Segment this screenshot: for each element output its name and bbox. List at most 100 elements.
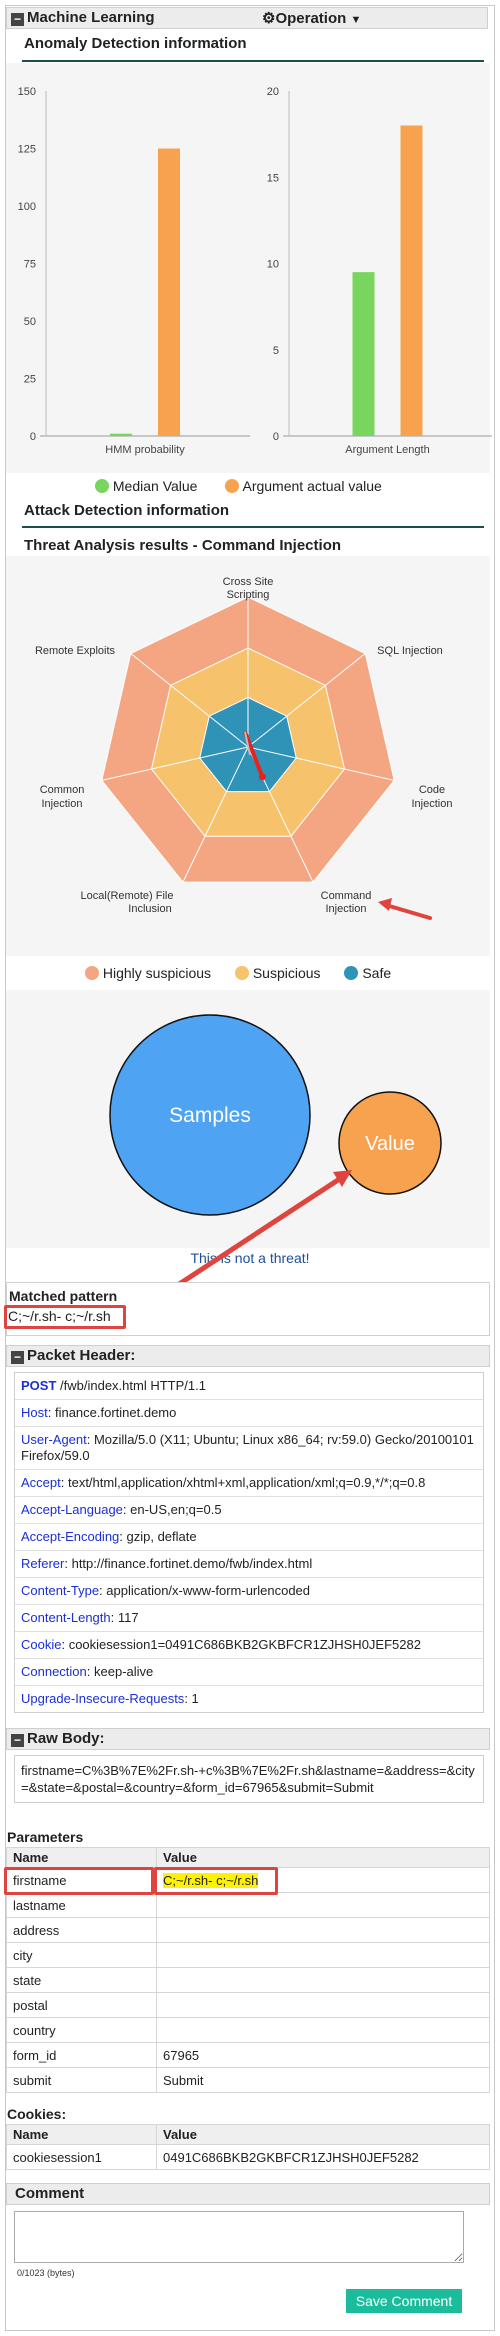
param-value [156, 1942, 490, 1968]
hmm-probability-chart: 0 25 50 75 100 125 150 HMM probability [18, 86, 250, 456]
packet-header-row: Host: finance.fortinet.demo [15, 1400, 483, 1427]
header-key: User-Agent [21, 1432, 87, 1447]
header-value: : Mozilla/5.0 (X11; Ubuntu; Linux x86_64… [21, 1432, 474, 1463]
param-name: submit [6, 2067, 157, 2093]
header-key: Cookie [21, 1637, 62, 1652]
axis-label-cross-site-2: Scripting [227, 589, 270, 601]
table-header-row: Name Value [6, 1847, 490, 1868]
param-name: form_id [6, 2042, 157, 2068]
param-name: postal [6, 1992, 157, 2018]
packet-header-row: User-Agent: Mozilla/5.0 (X11; Ubuntu; Li… [15, 1427, 483, 1470]
table-row: state [6, 1967, 490, 1993]
legend-high-label: Highly suspicious [102, 965, 212, 981]
collapse-icon[interactable]: − [11, 1734, 24, 1747]
axis-label-code: Code [419, 784, 445, 796]
comment-byte-counter: 0/1023 (bytes) [17, 2268, 75, 2278]
header-key: Accept-Encoding [21, 1529, 120, 1544]
divider [22, 526, 484, 528]
y-tick-label: 20 [267, 86, 279, 98]
header-value: : gzip, deflate [119, 1529, 197, 1544]
col-name: Name [6, 1847, 157, 1868]
header-key: Content-Length [21, 1610, 111, 1625]
matched-highlight-box [4, 1305, 126, 1329]
axis-label-command: Command [321, 890, 372, 902]
axis-label-cross-site: Cross Site [223, 576, 274, 588]
legend-safe-label: Safe [362, 965, 392, 981]
axis-label-file-inclusion-2: Inclusion [128, 903, 171, 915]
y-tick-label: 100 [18, 201, 36, 213]
cookies-title: Cookies: [7, 2106, 67, 2122]
table-header-row: Name Value [6, 2124, 490, 2145]
anomaly-legend: Median Value Argument actual value [95, 478, 382, 494]
legend-susp-label: Suspicious [252, 965, 321, 981]
param-value: Submit [156, 2067, 490, 2093]
y-tick-label: 25 [24, 374, 36, 386]
param-name: address [6, 1917, 157, 1943]
header-key: Connection [21, 1664, 87, 1679]
save-comment-button[interactable]: Save Comment [346, 2289, 462, 2313]
header-key: POST [21, 1378, 57, 1393]
header-value: : application/x-www-form-urlencoded [99, 1583, 311, 1598]
table-row: city [6, 1942, 490, 1968]
legend-median-dot [95, 479, 109, 493]
packet-header-row: Cookie: cookiesession1=0491C686BKB2GKBFC… [15, 1632, 483, 1659]
bar-median [352, 272, 375, 436]
header-key: Referer [21, 1556, 65, 1571]
y-tick-label: 5 [273, 345, 279, 357]
header-key: Accept-Language [21, 1502, 123, 1517]
header-value: : http://finance.fortinet.demo/fwb/index… [64, 1556, 313, 1571]
legend-safe-dot [344, 966, 359, 980]
param-name: country [6, 2017, 157, 2043]
packet-header-row: Connection: keep-alive [15, 1659, 483, 1686]
packet-header-row: Accept-Language: en-US,en;q=0.5 [15, 1497, 483, 1524]
header-value: : finance.fortinet.demo [47, 1405, 177, 1420]
table-row: lastname [6, 1892, 490, 1918]
y-tick-label: 125 [18, 144, 36, 156]
header-value: : cookiesession1=0491C686BKB2GKBFCR1ZJHS… [61, 1637, 421, 1652]
col-value: Value [156, 2124, 490, 2145]
raw-body-head: − Raw Body: [6, 1728, 490, 1750]
attack-title: Attack Detection information [24, 502, 230, 519]
param-value [156, 2017, 490, 2043]
header-value: : 1 [184, 1691, 199, 1706]
x-category-label: Argument Length [345, 444, 429, 456]
axis-label-common-2: Injection [42, 798, 83, 810]
y-tick-label: 15 [267, 172, 279, 184]
matched-pattern-title: Matched pattern [9, 1288, 118, 1304]
legend-median-label: Median Value [112, 478, 198, 494]
y-tick-label: 0 [30, 431, 36, 443]
packet-header-row: Upgrade-Insecure-Requests: 1 [15, 1686, 483, 1712]
table-row: form_id 67965 [6, 2042, 490, 2068]
table-row: submit Submit [6, 2067, 490, 2093]
packet-header-row: Referer: http://finance.fortinet.demo/fw… [15, 1551, 483, 1578]
axis-label-sql: SQL Injection [377, 645, 443, 657]
param-name: cookiesession1 [6, 2144, 157, 2170]
header-value: /fwb/index.html HTTP/1.1 [56, 1378, 206, 1393]
param-name: state [6, 1967, 157, 1993]
packet-header-title: Packet Header: [27, 1347, 136, 1364]
axis-label-code-2: Injection [412, 798, 453, 810]
y-tick-label: 0 [273, 431, 279, 443]
collapse-icon[interactable]: − [11, 1351, 24, 1364]
comment-head: Comment [6, 2183, 490, 2205]
red-arrow-command [378, 898, 432, 920]
bar-median [110, 433, 132, 436]
packet-header-row: Content-Length: 117 [15, 1605, 483, 1632]
header-key: Host [21, 1405, 48, 1420]
comment-textarea[interactable] [14, 2211, 464, 2263]
radar-legend: Highly suspicious Suspicious Safe [85, 965, 391, 981]
param-value [156, 1967, 490, 1993]
param-value: 67965 [156, 2042, 490, 2068]
legend-actual-dot [225, 479, 240, 493]
comment-title: Comment [15, 2185, 85, 2202]
radar-chart: Cross Site Scripting SQL Injection Code … [35, 576, 453, 920]
raw-body-title: Raw Body: [27, 1730, 105, 1747]
bar-actual [158, 148, 180, 436]
param-name: city [6, 1942, 157, 1968]
table-row: postal [6, 1992, 490, 2018]
packet-header-row: POST /fwb/index.html HTTP/1.1 [15, 1373, 483, 1400]
bar-actual [400, 125, 423, 436]
header-value: : en-US,en;q=0.5 [122, 1502, 222, 1517]
y-tick-label: 150 [18, 86, 36, 98]
radar-polygons [101, 596, 395, 883]
